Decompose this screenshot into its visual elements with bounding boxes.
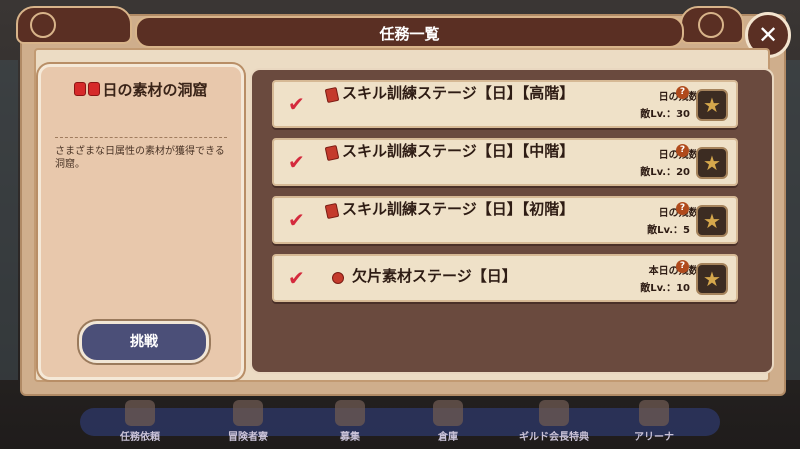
bottom-nav: 任務依頼 冒険者寮 募集 倉庫 ギルド会長特典 アリーナ — [80, 400, 720, 444]
help-icon[interactable]: ? — [676, 144, 689, 157]
gem-icon — [324, 202, 340, 220]
star-icon: ★ — [703, 151, 721, 175]
star-badge: ★ — [696, 147, 728, 179]
quest-board-icon — [125, 400, 155, 426]
check-icon: ✔ — [288, 266, 305, 290]
recruit-icon — [335, 400, 365, 426]
star-badge: ★ — [696, 89, 728, 121]
nav-label: 任務依頼 — [120, 432, 160, 443]
star-badge: ★ — [696, 205, 728, 237]
check-icon: ✔ — [288, 92, 305, 116]
star-icon: ★ — [703, 93, 721, 117]
nav-label: アリーナ — [634, 432, 674, 443]
divider — [55, 137, 227, 138]
nav-label: ギルド会長特典 — [519, 432, 589, 443]
quest-list-dialog: 任務一覧 ✕ 日の素材の洞窟 さまざまな日属性の素材が獲得できる洞窟。 挑戦 ✔… — [16, 6, 791, 396]
stage-row-intermediate[interactable]: ✔ スキル訓練ステージ【日】【中階】 日の残数 10 ? 敵Lv.：20 ★ — [272, 138, 738, 186]
stage-row-beginner[interactable]: ✔ スキル訓練ステージ【日】【初階】 日の残数 10 ? 敵Lv.：5 ★ — [272, 196, 738, 244]
gem-icon — [332, 272, 344, 284]
enemy-level: 敵Lv.：30 — [640, 109, 690, 120]
stage-title: スキル訓練ステージ【日】【中階】 — [342, 142, 575, 160]
help-icon[interactable]: ? — [676, 86, 689, 99]
dungeon-detail-panel: 日の素材の洞窟 さまざまな日属性の素材が獲得できる洞窟。 挑戦 — [38, 64, 244, 380]
nav-item-quest-request[interactable]: 任務依頼 — [90, 400, 190, 444]
nav-label: 冒険者寮 — [228, 432, 268, 443]
stage-title: 欠片素材ステージ【日】 — [352, 267, 517, 285]
help-icon[interactable]: ? — [676, 260, 689, 273]
enemy-level: 敵Lv.：5 — [647, 225, 690, 236]
star-badge: ★ — [696, 263, 728, 295]
help-icon[interactable]: ? — [676, 202, 689, 215]
nav-item-adventurer-dorm[interactable]: 冒険者寮 — [198, 400, 298, 444]
stage-row-advanced[interactable]: ✔ スキル訓練ステージ【日】【高階】 日の残数 10 ? 敵Lv.：30 ★ — [272, 80, 738, 128]
nav-item-guild-bonus[interactable]: ギルド会長特典 — [494, 400, 614, 444]
nav-item-storage[interactable]: 倉庫 — [398, 400, 498, 444]
star-icon: ★ — [703, 209, 721, 233]
stage-title: スキル訓練ステージ【日】【初階】 — [342, 200, 575, 218]
stage-list: ✔ スキル訓練ステージ【日】【高階】 日の残数 10 ? 敵Lv.：30 ★ ✔… — [250, 68, 774, 374]
gem-icon — [88, 82, 101, 96]
scroll-curl-ornament — [698, 12, 724, 38]
storage-icon — [433, 400, 463, 426]
enemy-level: 敵Lv.：20 — [640, 167, 690, 178]
nav-item-arena[interactable]: アリーナ — [604, 400, 704, 444]
background-pillar-left — [0, 60, 18, 380]
adventurer-icon — [233, 400, 263, 426]
title-bar: 任務一覧 — [135, 16, 684, 48]
gift-icon — [539, 400, 569, 426]
nav-item-recruit[interactable]: 募集 — [300, 400, 400, 444]
challenge-button[interactable]: 挑戦 — [79, 321, 209, 363]
nav-label: 倉庫 — [438, 432, 458, 443]
dungeon-name-text: 日の素材の洞窟 — [102, 81, 208, 99]
enemy-level: 敵Lv.：10 — [640, 283, 690, 294]
check-icon: ✔ — [288, 208, 305, 232]
stage-title: スキル訓練ステージ【日】【高階】 — [342, 84, 575, 102]
star-icon: ★ — [703, 267, 721, 291]
scroll-curl-ornament — [30, 12, 56, 38]
nav-label: 募集 — [340, 432, 360, 443]
gem-icon — [324, 144, 340, 162]
dialog-title: 任務一覧 — [379, 25, 440, 43]
close-icon: ✕ — [757, 21, 779, 49]
crossed-swords-icon — [639, 400, 669, 426]
gem-icon — [324, 86, 340, 104]
dungeon-name: 日の素材の洞窟 — [41, 79, 241, 100]
check-icon: ✔ — [288, 150, 305, 174]
dungeon-description: さまざまな日属性の素材が獲得できる洞窟。 — [55, 146, 225, 170]
gem-icon — [74, 82, 87, 96]
stage-row-fragment[interactable]: ✔ 欠片素材ステージ【日】 本日の残数 10 ? 敵Lv.：10 ★ — [272, 254, 738, 302]
